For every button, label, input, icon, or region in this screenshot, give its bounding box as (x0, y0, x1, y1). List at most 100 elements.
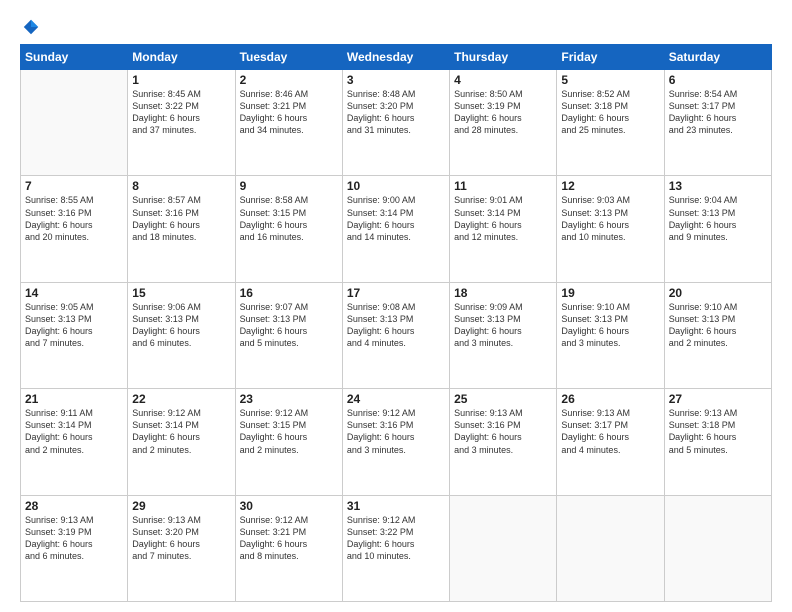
calendar-cell: 16Sunrise: 9:07 AM Sunset: 3:13 PM Dayli… (235, 282, 342, 388)
day-info: Sunrise: 9:06 AM Sunset: 3:13 PM Dayligh… (132, 301, 230, 350)
day-number: 10 (347, 179, 445, 193)
day-header-sunday: Sunday (21, 45, 128, 70)
calendar-cell: 6Sunrise: 8:54 AM Sunset: 3:17 PM Daylig… (664, 70, 771, 176)
day-number: 26 (561, 392, 659, 406)
calendar-cell: 23Sunrise: 9:12 AM Sunset: 3:15 PM Dayli… (235, 389, 342, 495)
day-info: Sunrise: 9:07 AM Sunset: 3:13 PM Dayligh… (240, 301, 338, 350)
day-info: Sunrise: 9:05 AM Sunset: 3:13 PM Dayligh… (25, 301, 123, 350)
calendar-week-4: 21Sunrise: 9:11 AM Sunset: 3:14 PM Dayli… (21, 389, 772, 495)
day-info: Sunrise: 9:09 AM Sunset: 3:13 PM Dayligh… (454, 301, 552, 350)
calendar-cell: 21Sunrise: 9:11 AM Sunset: 3:14 PM Dayli… (21, 389, 128, 495)
day-info: Sunrise: 9:03 AM Sunset: 3:13 PM Dayligh… (561, 194, 659, 243)
day-number: 14 (25, 286, 123, 300)
calendar-cell: 31Sunrise: 9:12 AM Sunset: 3:22 PM Dayli… (342, 495, 449, 601)
calendar-cell: 2Sunrise: 8:46 AM Sunset: 3:21 PM Daylig… (235, 70, 342, 176)
day-number: 31 (347, 499, 445, 513)
day-info: Sunrise: 9:12 AM Sunset: 3:21 PM Dayligh… (240, 514, 338, 563)
day-info: Sunrise: 9:01 AM Sunset: 3:14 PM Dayligh… (454, 194, 552, 243)
day-info: Sunrise: 8:52 AM Sunset: 3:18 PM Dayligh… (561, 88, 659, 137)
calendar-week-3: 14Sunrise: 9:05 AM Sunset: 3:13 PM Dayli… (21, 282, 772, 388)
day-info: Sunrise: 9:10 AM Sunset: 3:13 PM Dayligh… (561, 301, 659, 350)
day-info: Sunrise: 9:12 AM Sunset: 3:22 PM Dayligh… (347, 514, 445, 563)
calendar-cell: 3Sunrise: 8:48 AM Sunset: 3:20 PM Daylig… (342, 70, 449, 176)
day-info: Sunrise: 9:08 AM Sunset: 3:13 PM Dayligh… (347, 301, 445, 350)
calendar-cell: 25Sunrise: 9:13 AM Sunset: 3:16 PM Dayli… (450, 389, 557, 495)
calendar-cell (450, 495, 557, 601)
day-header-wednesday: Wednesday (342, 45, 449, 70)
day-number: 1 (132, 73, 230, 87)
day-info: Sunrise: 8:48 AM Sunset: 3:20 PM Dayligh… (347, 88, 445, 137)
calendar-cell: 12Sunrise: 9:03 AM Sunset: 3:13 PM Dayli… (557, 176, 664, 282)
day-number: 16 (240, 286, 338, 300)
day-number: 19 (561, 286, 659, 300)
day-number: 22 (132, 392, 230, 406)
day-info: Sunrise: 8:45 AM Sunset: 3:22 PM Dayligh… (132, 88, 230, 137)
logo (20, 18, 40, 36)
day-number: 17 (347, 286, 445, 300)
day-info: Sunrise: 9:13 AM Sunset: 3:18 PM Dayligh… (669, 407, 767, 456)
day-number: 18 (454, 286, 552, 300)
day-number: 29 (132, 499, 230, 513)
day-info: Sunrise: 9:12 AM Sunset: 3:15 PM Dayligh… (240, 407, 338, 456)
logo-icon (22, 18, 40, 36)
day-info: Sunrise: 9:00 AM Sunset: 3:14 PM Dayligh… (347, 194, 445, 243)
header (20, 18, 772, 36)
calendar-cell: 19Sunrise: 9:10 AM Sunset: 3:13 PM Dayli… (557, 282, 664, 388)
day-info: Sunrise: 9:10 AM Sunset: 3:13 PM Dayligh… (669, 301, 767, 350)
day-number: 24 (347, 392, 445, 406)
day-info: Sunrise: 9:12 AM Sunset: 3:14 PM Dayligh… (132, 407, 230, 456)
calendar-week-2: 7Sunrise: 8:55 AM Sunset: 3:16 PM Daylig… (21, 176, 772, 282)
day-number: 21 (25, 392, 123, 406)
day-number: 2 (240, 73, 338, 87)
header-row: SundayMondayTuesdayWednesdayThursdayFrid… (21, 45, 772, 70)
calendar-cell: 22Sunrise: 9:12 AM Sunset: 3:14 PM Dayli… (128, 389, 235, 495)
calendar-cell: 10Sunrise: 9:00 AM Sunset: 3:14 PM Dayli… (342, 176, 449, 282)
day-number: 15 (132, 286, 230, 300)
day-number: 23 (240, 392, 338, 406)
calendar-cell: 30Sunrise: 9:12 AM Sunset: 3:21 PM Dayli… (235, 495, 342, 601)
calendar-cell: 26Sunrise: 9:13 AM Sunset: 3:17 PM Dayli… (557, 389, 664, 495)
calendar-cell: 11Sunrise: 9:01 AM Sunset: 3:14 PM Dayli… (450, 176, 557, 282)
calendar-cell: 17Sunrise: 9:08 AM Sunset: 3:13 PM Dayli… (342, 282, 449, 388)
day-info: Sunrise: 8:58 AM Sunset: 3:15 PM Dayligh… (240, 194, 338, 243)
day-info: Sunrise: 9:13 AM Sunset: 3:19 PM Dayligh… (25, 514, 123, 563)
calendar-cell: 14Sunrise: 9:05 AM Sunset: 3:13 PM Dayli… (21, 282, 128, 388)
day-number: 28 (25, 499, 123, 513)
day-info: Sunrise: 9:04 AM Sunset: 3:13 PM Dayligh… (669, 194, 767, 243)
calendar-cell: 9Sunrise: 8:58 AM Sunset: 3:15 PM Daylig… (235, 176, 342, 282)
day-number: 9 (240, 179, 338, 193)
calendar-cell: 28Sunrise: 9:13 AM Sunset: 3:19 PM Dayli… (21, 495, 128, 601)
day-number: 5 (561, 73, 659, 87)
calendar-cell: 15Sunrise: 9:06 AM Sunset: 3:13 PM Dayli… (128, 282, 235, 388)
day-number: 8 (132, 179, 230, 193)
day-info: Sunrise: 9:13 AM Sunset: 3:20 PM Dayligh… (132, 514, 230, 563)
day-info: Sunrise: 8:57 AM Sunset: 3:16 PM Dayligh… (132, 194, 230, 243)
calendar-cell (557, 495, 664, 601)
day-number: 30 (240, 499, 338, 513)
calendar-week-5: 28Sunrise: 9:13 AM Sunset: 3:19 PM Dayli… (21, 495, 772, 601)
calendar-cell: 24Sunrise: 9:12 AM Sunset: 3:16 PM Dayli… (342, 389, 449, 495)
day-number: 20 (669, 286, 767, 300)
day-number: 4 (454, 73, 552, 87)
calendar-cell (664, 495, 771, 601)
day-info: Sunrise: 9:13 AM Sunset: 3:16 PM Dayligh… (454, 407, 552, 456)
day-header-saturday: Saturday (664, 45, 771, 70)
calendar-week-1: 1Sunrise: 8:45 AM Sunset: 3:22 PM Daylig… (21, 70, 772, 176)
calendar-cell: 27Sunrise: 9:13 AM Sunset: 3:18 PM Dayli… (664, 389, 771, 495)
day-number: 25 (454, 392, 552, 406)
day-header-thursday: Thursday (450, 45, 557, 70)
day-header-friday: Friday (557, 45, 664, 70)
day-info: Sunrise: 9:13 AM Sunset: 3:17 PM Dayligh… (561, 407, 659, 456)
calendar-cell: 20Sunrise: 9:10 AM Sunset: 3:13 PM Dayli… (664, 282, 771, 388)
calendar-cell (21, 70, 128, 176)
day-number: 6 (669, 73, 767, 87)
day-number: 12 (561, 179, 659, 193)
day-info: Sunrise: 8:55 AM Sunset: 3:16 PM Dayligh… (25, 194, 123, 243)
calendar-table: SundayMondayTuesdayWednesdayThursdayFrid… (20, 44, 772, 602)
day-info: Sunrise: 8:46 AM Sunset: 3:21 PM Dayligh… (240, 88, 338, 137)
calendar-cell: 1Sunrise: 8:45 AM Sunset: 3:22 PM Daylig… (128, 70, 235, 176)
calendar-cell: 13Sunrise: 9:04 AM Sunset: 3:13 PM Dayli… (664, 176, 771, 282)
day-number: 27 (669, 392, 767, 406)
calendar-cell: 7Sunrise: 8:55 AM Sunset: 3:16 PM Daylig… (21, 176, 128, 282)
calendar-body: 1Sunrise: 8:45 AM Sunset: 3:22 PM Daylig… (21, 70, 772, 602)
